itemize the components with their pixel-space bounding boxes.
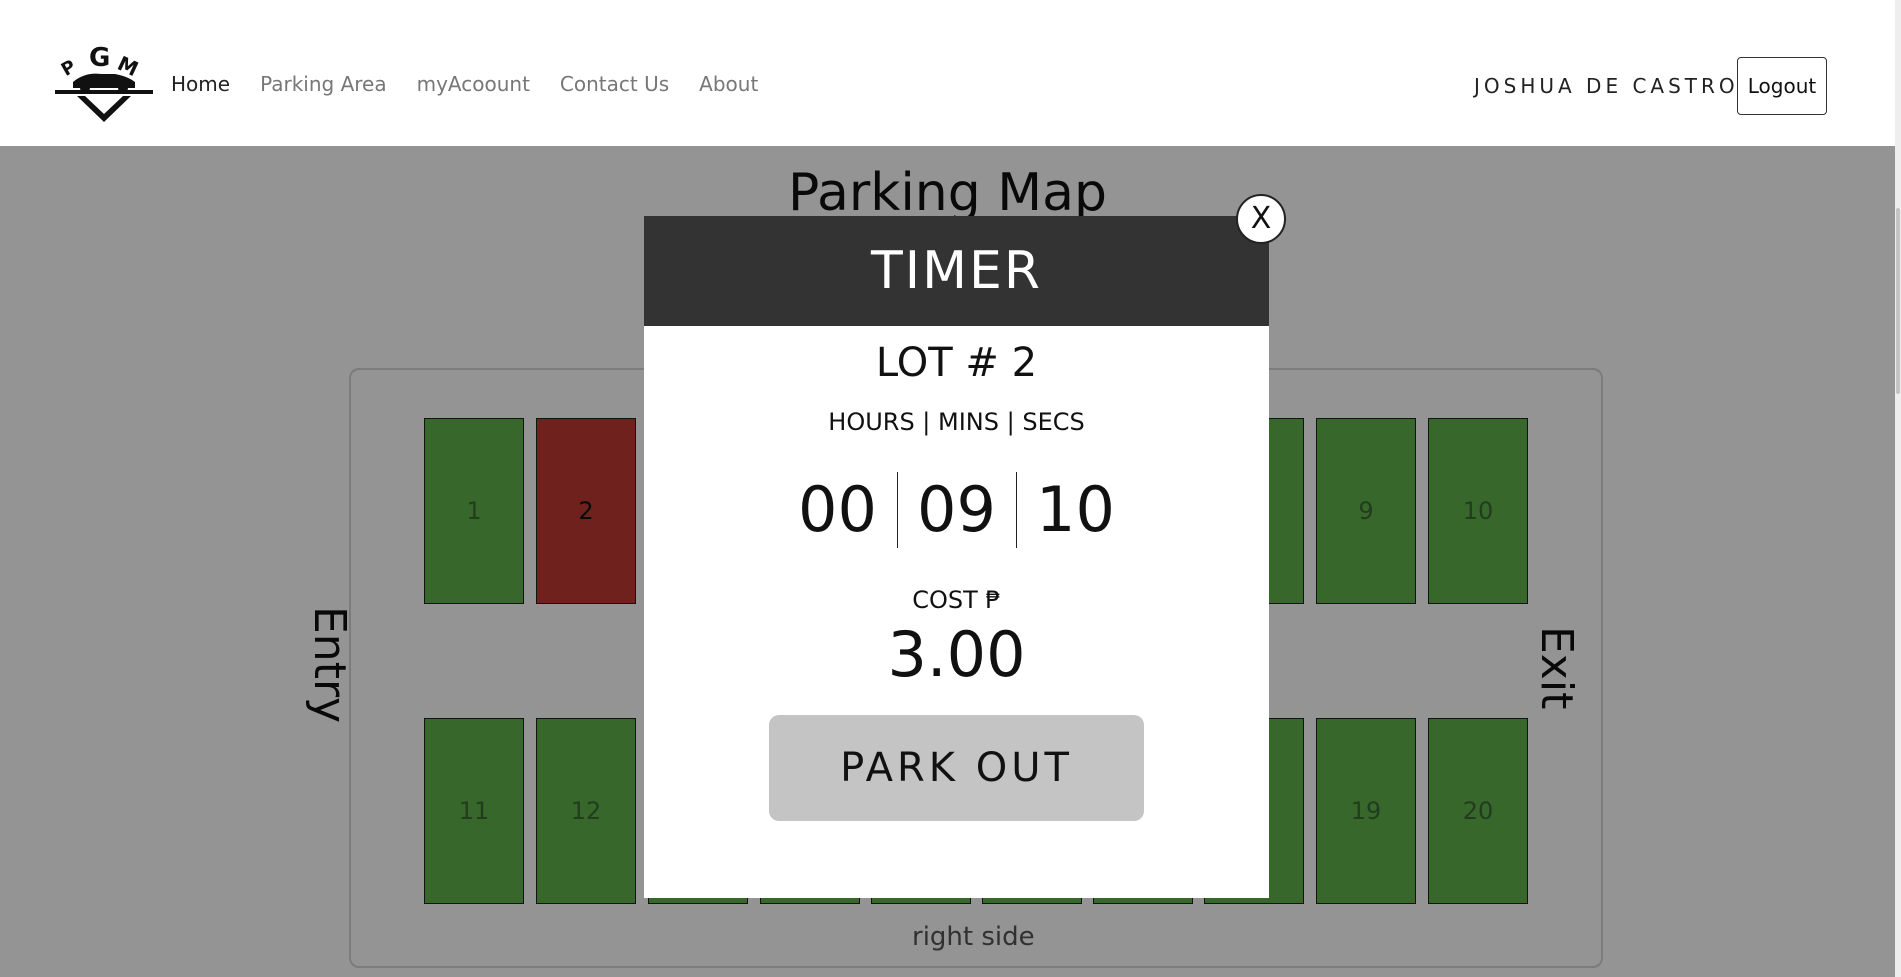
timer-minutes: 09: [917, 473, 996, 546]
modal-title: TIMER: [644, 216, 1269, 326]
pgm-logo[interactable]: P G M: [55, 42, 153, 128]
nav-link-my-account[interactable]: myAcoount: [417, 72, 530, 96]
timer-display: 00 09 10: [644, 472, 1269, 548]
close-modal-button[interactable]: X: [1236, 194, 1286, 244]
nav-link-about[interactable]: About: [699, 72, 758, 96]
nav-link-contact-us[interactable]: Contact Us: [560, 72, 669, 96]
navbar: P G M Home Parking Area myAcoount Contac…: [0, 0, 1895, 146]
nav-link-home[interactable]: Home: [171, 72, 230, 96]
timer-modal: TIMER LOT # 2 HOURS | MINS | SECS 00 09 …: [644, 216, 1269, 898]
timer-hours: 00: [798, 473, 877, 546]
scrollbar-track[interactable]: [1895, 0, 1901, 977]
time-units-label: HOURS | MINS | SECS: [828, 408, 1085, 436]
nav-link-parking-area[interactable]: Parking Area: [260, 72, 387, 96]
timer-seconds: 10: [1036, 473, 1115, 546]
logout-button[interactable]: Logout: [1737, 57, 1827, 115]
scrollbar-thumb[interactable]: [1896, 208, 1900, 394]
user-name: JOSHUA DE CASTRO: [1474, 74, 1739, 98]
park-out-button[interactable]: PARK OUT: [769, 715, 1144, 821]
svg-text:G: G: [89, 43, 110, 73]
svg-text:P: P: [58, 56, 80, 81]
cost-value: 3.00: [887, 618, 1026, 691]
nav-links: Home Parking Area myAcoount Contact Us A…: [171, 72, 788, 96]
cost-label: COST ₱: [912, 586, 1001, 614]
lot-number-label: LOT # 2: [875, 340, 1038, 386]
